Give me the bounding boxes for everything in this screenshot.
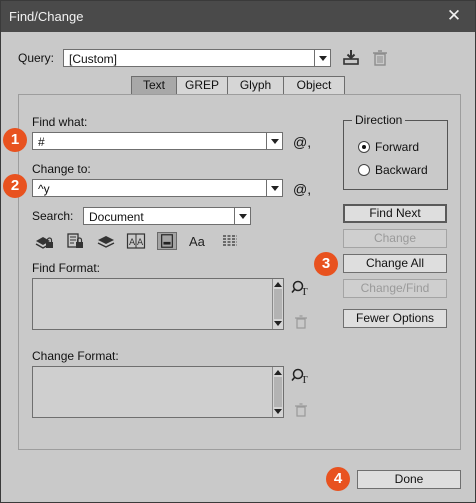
change-to-input[interactable]: ^y xyxy=(32,179,283,197)
forward-radio[interactable] xyxy=(358,141,370,153)
find-change-dialog: Find/Change ✕ Query: [Custom] Text GREP … xyxy=(0,0,476,503)
chevron-down-icon[interactable] xyxy=(234,208,250,224)
tab-grep[interactable]: GREP xyxy=(177,76,228,95)
change-format-label: Change Format: xyxy=(32,349,119,363)
find-format-label: Find Format: xyxy=(32,261,101,275)
change-to-label: Change to: xyxy=(32,162,91,176)
direction-group xyxy=(343,120,448,190)
callout-badge-3: 3 xyxy=(314,252,338,276)
chevron-down-icon[interactable] xyxy=(266,133,282,149)
backward-label[interactable]: Backward xyxy=(375,163,428,177)
callout-badge-1: 1 xyxy=(3,128,27,152)
search-mode-tabs: Text GREP Glyph Object xyxy=(131,76,345,95)
svg-text:T: T xyxy=(301,374,308,385)
chevron-down-icon[interactable] xyxy=(266,180,282,196)
tab-text[interactable]: Text xyxy=(131,76,177,95)
special-characters-for-search-icon[interactable]: @, xyxy=(293,134,311,150)
svg-text:A: A xyxy=(137,238,144,248)
find-what-label: Find what: xyxy=(32,115,88,129)
clear-change-attributes-icon[interactable] xyxy=(291,401,311,419)
callout-badge-4: 4 xyxy=(326,467,350,491)
change-find-button[interactable]: Change/Find xyxy=(343,279,447,298)
change-to-value: ^y xyxy=(38,182,50,196)
include-master-pages-icon[interactable]: AA xyxy=(126,232,146,250)
close-icon[interactable]: ✕ xyxy=(437,5,471,27)
done-button[interactable]: Done xyxy=(357,470,461,489)
case-sensitive-icon[interactable]: Aa xyxy=(188,232,208,250)
svg-text:A: A xyxy=(129,238,136,248)
change-format-box[interactable] xyxy=(32,366,284,418)
backward-radio[interactable] xyxy=(358,164,370,176)
search-scope-value: Document xyxy=(89,210,144,224)
change-button[interactable]: Change xyxy=(343,229,447,248)
search-label: Search: xyxy=(32,209,74,223)
find-format-scrollbar[interactable] xyxy=(272,279,283,329)
fewer-options-button[interactable]: Fewer Options xyxy=(343,309,447,328)
save-query-icon[interactable] xyxy=(341,48,361,66)
clear-find-attributes-icon[interactable] xyxy=(291,313,311,331)
query-value: [Custom] xyxy=(69,52,118,66)
include-hidden-layers-icon[interactable] xyxy=(96,232,116,250)
tab-object[interactable]: Object xyxy=(284,76,345,95)
include-locked-layers-icon[interactable] xyxy=(34,232,54,250)
delete-query-icon[interactable] xyxy=(370,49,390,67)
find-format-box[interactable] xyxy=(32,278,284,330)
special-characters-for-replace-icon[interactable]: @, xyxy=(293,181,311,197)
dialog-title: Find/Change xyxy=(9,9,84,24)
find-next-button[interactable]: Find Next xyxy=(343,204,447,223)
forward-label[interactable]: Forward xyxy=(375,140,419,154)
include-locked-stories-icon[interactable] xyxy=(65,232,85,250)
query-label: Query: xyxy=(18,51,55,65)
search-scope-select[interactable]: Document xyxy=(83,207,251,225)
change-format-scrollbar[interactable] xyxy=(272,367,283,417)
svg-text:T: T xyxy=(301,286,308,297)
include-footnotes-icon[interactable] xyxy=(157,232,177,250)
find-what-input[interactable]: # xyxy=(32,132,283,150)
query-select[interactable]: [Custom] xyxy=(63,49,331,67)
chevron-down-icon[interactable] xyxy=(314,50,330,66)
find-what-value: # xyxy=(38,135,45,149)
svg-text:Aa: Aa xyxy=(189,234,206,249)
tab-glyph[interactable]: Glyph xyxy=(228,76,284,95)
change-all-button[interactable]: Change All xyxy=(343,254,447,273)
whole-word-icon[interactable] xyxy=(220,232,240,250)
title-bar: Find/Change ✕ xyxy=(1,1,475,32)
callout-badge-2: 2 xyxy=(3,174,27,198)
specify-attributes-to-find-icon[interactable]: T xyxy=(291,279,311,298)
specify-attributes-to-change-icon[interactable]: T xyxy=(291,367,311,386)
direction-legend: Direction xyxy=(352,113,406,127)
